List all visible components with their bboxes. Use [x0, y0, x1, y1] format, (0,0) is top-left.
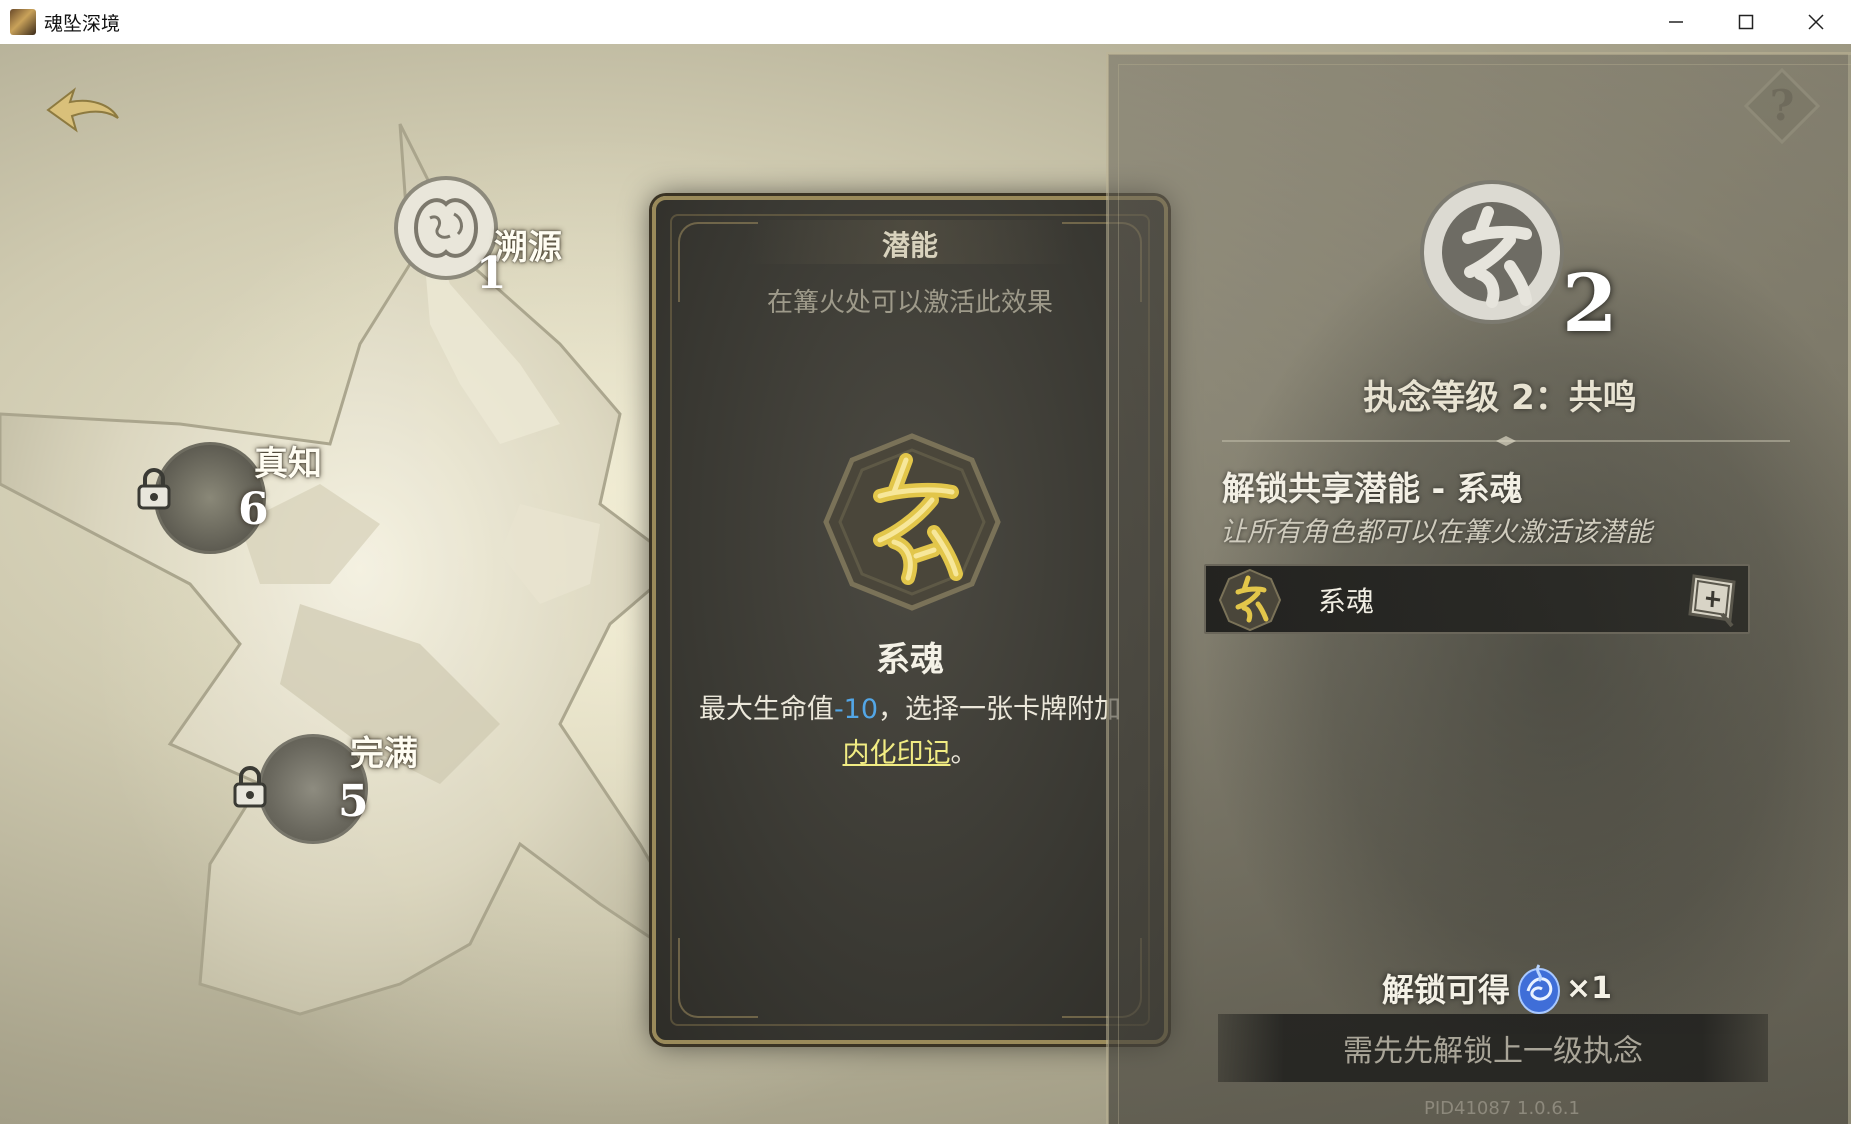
obsession-level-title: 执念等级 2：共鸣: [1363, 378, 1637, 418]
card-desc-middle: ，选择一张卡牌附加: [878, 694, 1122, 725]
card-ornament: [678, 938, 758, 1018]
window-title: 魂坠深境: [44, 12, 121, 35]
soul-bind-level-icon: [1420, 180, 1564, 324]
keyword-link[interactable]: 内化印记: [843, 738, 951, 769]
window-controls: [1641, 0, 1851, 44]
card-description: 最大生命值-10，选择一张卡牌附加 内化印记。: [676, 688, 1144, 776]
help-button[interactable]: ?: [1742, 66, 1822, 146]
tree-node-name: 完满: [350, 734, 418, 774]
shared-skill-name: 系魂: [1318, 585, 1375, 618]
card-skill-name: 系魂: [876, 640, 944, 680]
inspect-button[interactable]: [1686, 572, 1738, 630]
unlock-description: 让所有角色都可以在篝火激活该潜能: [1220, 517, 1652, 548]
lock-icon: [233, 766, 267, 808]
version-label: PID41087 1.0.6.1: [1424, 1098, 1580, 1119]
help-icon: ?: [1770, 81, 1795, 130]
back-button[interactable]: [44, 84, 124, 140]
card-subtitle: 在篝火处可以激活此效果: [766, 288, 1053, 318]
unlock-button[interactable]: 需先先解锁上一级执念: [1218, 1014, 1768, 1082]
reward-label: 解锁可得: [1382, 971, 1511, 1009]
card-border: [670, 214, 1150, 1026]
obsession-level-number: 2: [1562, 256, 1618, 350]
unlock-button-label: 需先先解锁上一级执念: [1343, 1034, 1643, 1069]
maximize-button[interactable]: [1711, 0, 1781, 44]
tree-node-name: 真知: [254, 444, 322, 484]
soul-bind-icon: [823, 433, 1001, 611]
unlock-title: 解锁共享潜能 - 系魂: [1222, 469, 1523, 508]
tree-node-level: 5: [338, 776, 369, 827]
unlock-reward: 解锁可得 ×1: [1382, 960, 1612, 1016]
reward-count: ×1: [1566, 970, 1613, 1006]
tree-node-level: 6: [238, 484, 269, 535]
window-titlebar: 魂坠深境: [0, 0, 1851, 44]
close-icon: [1808, 14, 1824, 30]
tree-node-truth[interactable]: 真知 6: [130, 426, 370, 586]
lock-icon: [137, 468, 171, 510]
game-viewport: 溯源 1 真知 6 完满 5 潜能 在篝火处可以激活此效果 系魂 最大生命值-1…: [0, 44, 1851, 1124]
potential-card: 潜能 在篝火处可以激活此效果 系魂 最大生命值-10，选择一张卡牌附加 内化印记…: [652, 196, 1168, 1044]
soul-crystal-icon: [1518, 964, 1561, 1014]
maximize-icon: [1738, 14, 1754, 30]
close-button[interactable]: [1781, 0, 1851, 44]
card-desc-suffix: 。: [950, 738, 978, 769]
card-title: 潜能: [881, 229, 938, 262]
minimize-button[interactable]: [1641, 0, 1711, 44]
shared-skill-row[interactable]: 系魂: [1204, 564, 1750, 634]
tree-node-origin[interactable]: 溯源 1: [392, 174, 632, 304]
app-icon: [10, 9, 36, 35]
divider: [1222, 436, 1790, 446]
card-desc-prefix: 最大生命值: [698, 694, 834, 725]
tree-node-perfection[interactable]: 完满 5: [232, 724, 472, 884]
tree-node-level: 1: [476, 248, 507, 299]
soul-bind-icon: [1218, 568, 1282, 632]
card-desc-value: -10: [833, 694, 879, 725]
minimize-icon: [1669, 21, 1683, 23]
